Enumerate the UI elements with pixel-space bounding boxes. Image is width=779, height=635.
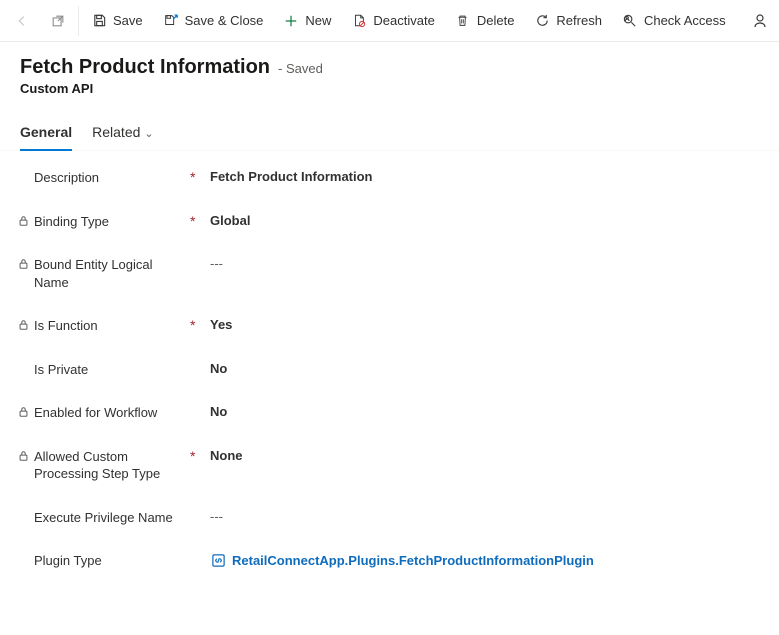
field-value: None <box>210 448 759 463</box>
check-access-icon <box>622 13 638 29</box>
tab-general-label: General <box>20 124 72 140</box>
trash-icon <box>455 13 471 29</box>
tab-related[interactable]: Related ⌄ <box>92 118 153 150</box>
field-description: Description * Fetch Product Information <box>20 169 759 187</box>
tab-related-label: Related <box>92 124 140 140</box>
field-value[interactable]: No <box>210 361 759 376</box>
refresh-button[interactable]: Refresh <box>524 0 612 42</box>
deactivate-label: Deactivate <box>373 13 434 28</box>
field-label: Binding Type <box>34 213 109 231</box>
field-enabled-workflow: Enabled for Workflow No <box>20 404 759 422</box>
refresh-icon <box>534 13 550 29</box>
command-bar: Save Save & Close New Deactivate Delete … <box>0 0 779 42</box>
entity-type-label: Custom API <box>20 81 759 96</box>
plus-icon <box>283 13 299 29</box>
open-new-window-icon <box>51 14 65 28</box>
field-value: Global <box>210 213 759 228</box>
lock-icon <box>16 319 30 331</box>
field-value-link[interactable]: RetailConnectApp.Plugins.FetchProductInf… <box>210 552 759 568</box>
form-body: Description * Fetch Product Information … <box>0 151 779 598</box>
lock-icon <box>16 406 30 418</box>
deactivate-icon <box>351 13 367 29</box>
command-separator <box>78 6 79 36</box>
entity-icon <box>210 552 226 568</box>
field-value: No <box>210 404 759 419</box>
required-marker: * <box>190 317 210 332</box>
tab-bar: General Related ⌄ <box>0 118 779 151</box>
new-label: New <box>305 13 331 28</box>
field-label: Is Function <box>34 317 98 335</box>
required-marker: * <box>190 169 210 184</box>
tab-general[interactable]: General <box>20 118 72 150</box>
required-marker: * <box>190 213 210 228</box>
save-button[interactable]: Save <box>81 0 153 42</box>
field-label: Execute Privilege Name <box>34 509 173 527</box>
field-binding-type: Binding Type * Global <box>20 213 759 231</box>
save-close-icon <box>163 13 179 29</box>
refresh-label: Refresh <box>556 13 602 28</box>
lock-icon <box>16 258 30 270</box>
field-label: Allowed Custom Processing Step Type <box>34 448 190 483</box>
lock-icon <box>16 450 30 462</box>
save-label: Save <box>113 13 143 28</box>
delete-button[interactable]: Delete <box>445 0 525 42</box>
field-value[interactable]: --- <box>210 509 759 524</box>
save-icon <box>91 13 107 29</box>
open-new-window-button[interactable] <box>40 0 76 42</box>
field-label: Plugin Type <box>34 552 102 570</box>
field-value[interactable]: Fetch Product Information <box>210 169 759 184</box>
save-close-button[interactable]: Save & Close <box>153 0 274 42</box>
field-is-function: Is Function * Yes <box>20 317 759 335</box>
field-value: --- <box>210 256 759 271</box>
lock-icon <box>16 215 30 227</box>
back-arrow-icon <box>15 14 29 28</box>
plugin-type-name: RetailConnectApp.Plugins.FetchProductInf… <box>232 553 594 568</box>
field-value: Yes <box>210 317 759 332</box>
new-button[interactable]: New <box>273 0 341 42</box>
deactivate-button[interactable]: Deactivate <box>341 0 444 42</box>
field-plugin-type: Plugin Type RetailConnectApp.Plugins.Fet… <box>20 552 759 570</box>
field-exec-priv: Execute Privilege Name --- <box>20 509 759 527</box>
check-access-label: Check Access <box>644 13 726 28</box>
field-allowed-step: Allowed Custom Processing Step Type * No… <box>20 448 759 483</box>
save-close-label: Save & Close <box>185 13 264 28</box>
field-label: Bound Entity Logical Name <box>34 256 190 291</box>
person-icon <box>753 13 769 29</box>
check-access-button[interactable]: Check Access <box>612 0 736 42</box>
field-is-private: Is Private No <box>20 361 759 379</box>
delete-label: Delete <box>477 13 515 28</box>
required-marker: * <box>190 448 210 463</box>
record-title: Fetch Product Information <box>20 56 270 79</box>
record-status: - Saved <box>278 61 323 76</box>
assign-button[interactable] <box>747 13 775 29</box>
field-label: Enabled for Workflow <box>34 404 157 422</box>
field-label: Is Private <box>34 361 88 379</box>
field-bound-entity: Bound Entity Logical Name --- <box>20 256 759 291</box>
record-header: Fetch Product Information - Saved Custom… <box>0 42 779 102</box>
chevron-down-icon: ⌄ <box>144 128 153 140</box>
back-button[interactable] <box>4 0 40 42</box>
field-label: Description <box>34 169 99 187</box>
